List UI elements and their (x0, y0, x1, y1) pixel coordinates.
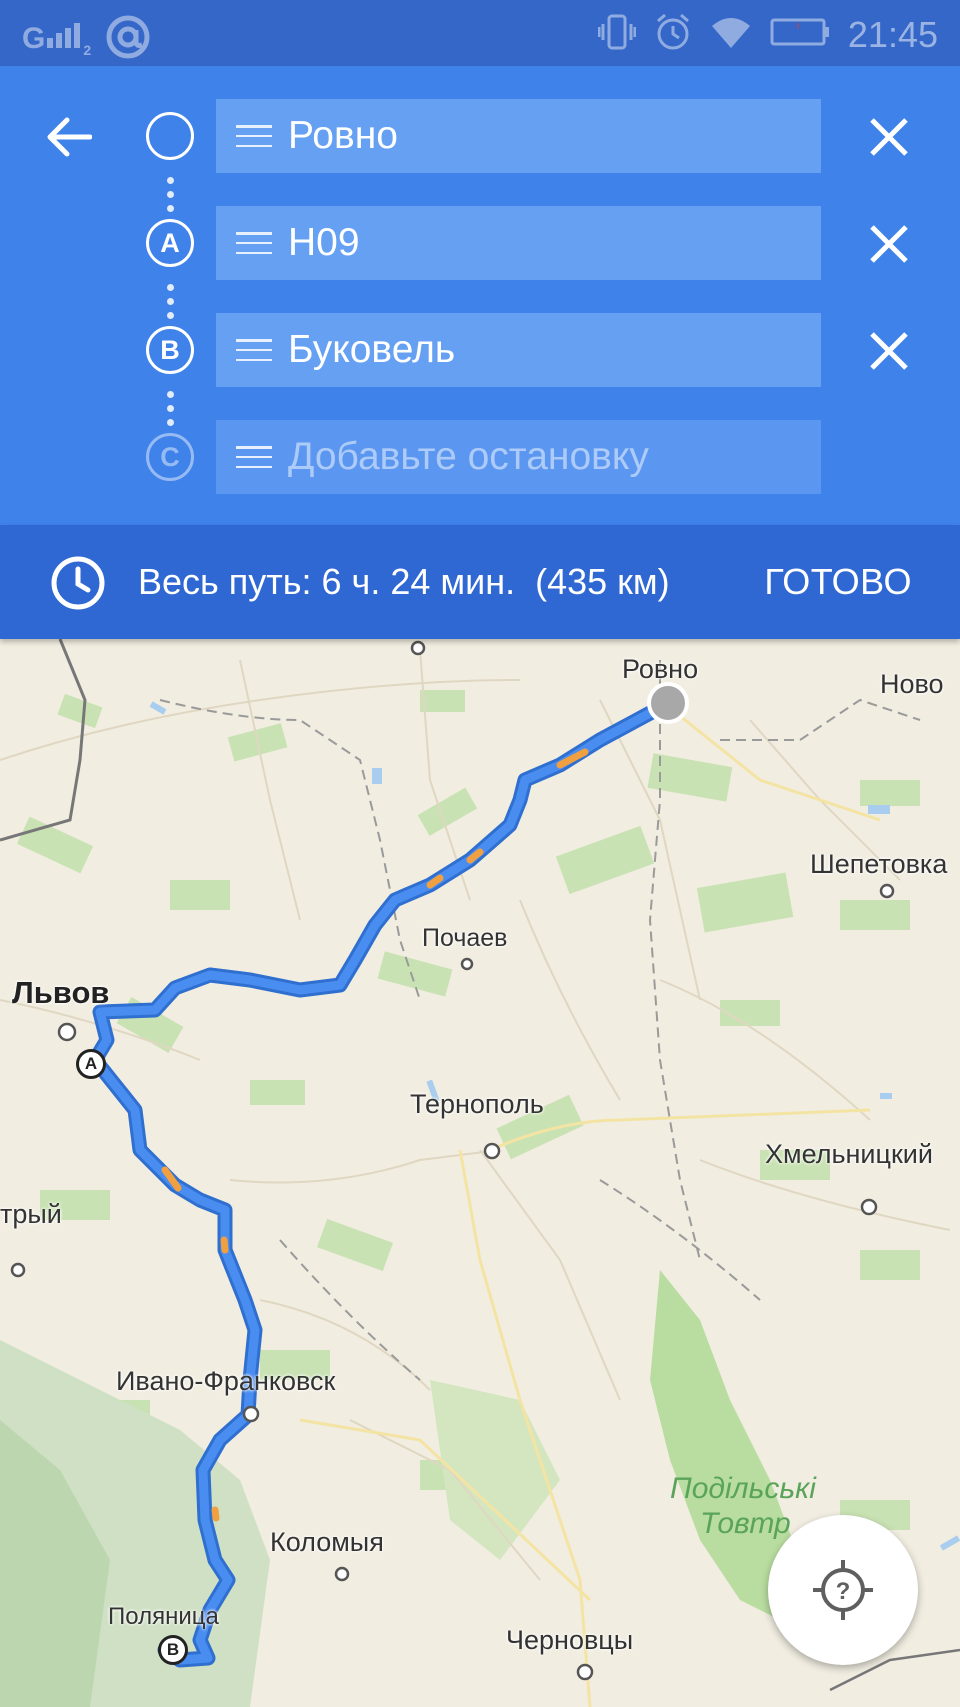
add-stop-input[interactable] (288, 435, 788, 479)
alarm-icon (654, 12, 692, 57)
place-label: Хмельницкий (765, 1139, 933, 1169)
clock-time: 21:45 (847, 13, 938, 55)
region-label: Товтр (700, 1507, 791, 1540)
drag-handle-icon[interactable] (236, 446, 272, 468)
clock-icon (50, 555, 106, 616)
status-bar: G2 21:45 (0, 0, 960, 66)
vibrate-icon (597, 12, 637, 57)
stop-a-field[interactable]: H09 (216, 206, 821, 280)
remove-stop-button[interactable] (864, 219, 914, 269)
at-notification-icon (105, 14, 151, 65)
drag-handle-icon[interactable] (236, 125, 272, 147)
stop-b-marker: B (146, 326, 194, 374)
drag-handle-icon[interactable] (236, 339, 272, 361)
route-stop-add: C (0, 420, 960, 496)
route-summary-bar: Весь путь: 6 ч. 24 мин. (435 км) ГОТОВО (0, 525, 960, 639)
close-icon (870, 118, 908, 156)
add-stop-field[interactable] (216, 420, 821, 494)
region-label: Подільські (670, 1472, 816, 1505)
close-icon (870, 332, 908, 370)
total-duration: Весь путь: 6 ч. 24 мин. (138, 561, 516, 602)
origin-value: Ровно (288, 114, 398, 157)
wifi-icon (710, 14, 752, 55)
route-stop-b: B Буковель (0, 313, 960, 389)
place-label: трый (0, 1199, 62, 1229)
place-label: Тернополь (410, 1089, 544, 1119)
close-icon (870, 225, 908, 263)
origin-pin (647, 682, 689, 724)
total-distance: (435 км) (535, 561, 670, 602)
map-marker-a[interactable]: A (76, 1049, 106, 1079)
route-stop-origin: Ровно (0, 99, 960, 175)
place-label: Шепетовка (810, 849, 948, 879)
place-label: Коломыя (270, 1527, 384, 1557)
location-unknown-icon: ? (813, 1560, 873, 1620)
place-label: Ровно (622, 654, 699, 684)
stop-b-field[interactable]: Буковель (216, 313, 821, 387)
done-button[interactable]: ГОТОВО (764, 525, 912, 639)
stop-a-value: H09 (288, 221, 360, 264)
place-label: Ново (880, 669, 944, 699)
origin-marker (146, 112, 194, 160)
remove-stop-button[interactable] (864, 326, 914, 376)
cell-signal-icon: G2 (22, 21, 92, 58)
place-label: Черновцы (506, 1625, 634, 1655)
directions-header: Ровно A H09 B Буковель C (0, 66, 960, 525)
place-label: Ивано-Франковск (116, 1366, 336, 1396)
place-label: Поляница (108, 1603, 219, 1630)
stop-c-marker: C (146, 433, 194, 481)
drag-handle-icon[interactable] (236, 232, 272, 254)
map-marker-b[interactable]: B (158, 1635, 188, 1665)
stop-a-marker: A (146, 219, 194, 267)
route-stop-a: A H09 (0, 206, 960, 282)
my-location-button[interactable]: ? (768, 1515, 918, 1665)
place-label: Почаев (422, 924, 508, 952)
place-label: Львов (12, 975, 110, 1010)
remove-stop-button[interactable] (864, 112, 914, 162)
battery-icon (770, 17, 830, 52)
svg-text:?: ? (836, 1578, 851, 1605)
origin-field[interactable]: Ровно (216, 99, 821, 173)
stop-b-value: Буковель (288, 328, 456, 371)
